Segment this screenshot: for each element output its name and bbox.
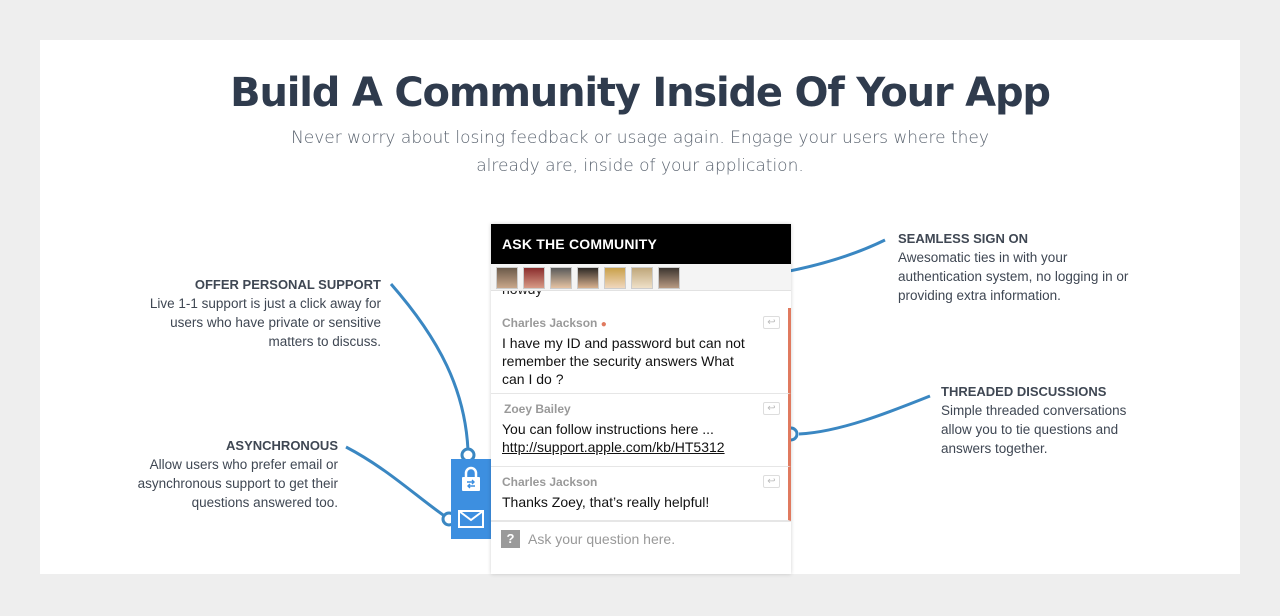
ask-community-widget: ASK THE COMMUNITY howdy Charles Jackson … [491, 224, 791, 574]
message-text: Thanks Zoey, that’s really helpful! [502, 494, 710, 510]
message-text: I have my ID and password but can not re… [502, 335, 745, 387]
private-support-button[interactable] [451, 459, 491, 499]
message-item: Zoey Bailey You can follow instructions … [491, 394, 791, 467]
community-avatars [491, 264, 791, 291]
ask-question-bar: ? [491, 521, 791, 555]
avatar[interactable] [658, 267, 680, 289]
callout-threaded: THREADED DISCUSSIONS Simple threaded con… [941, 382, 1151, 458]
reply-icon[interactable]: ↩ [763, 475, 780, 488]
callout-asynchronous: ASYNCHRONOUS Allow users who prefer emai… [110, 436, 338, 512]
avatar[interactable] [631, 267, 653, 289]
avatar[interactable] [577, 267, 599, 289]
avatar[interactable] [550, 267, 572, 289]
message-thread[interactable]: howdy Charles Jackson ● I have my ID and… [491, 291, 791, 521]
question-icon: ? [501, 529, 520, 548]
truncated-message-text: howdy [491, 291, 791, 300]
page-subtitle: Never worry about losing feedback or usa… [291, 128, 989, 176]
callout-title: ASYNCHRONOUS [226, 438, 338, 453]
author-name: Charles Jackson [502, 475, 598, 489]
avatar[interactable] [604, 267, 626, 289]
widget-title: ASK THE COMMUNITY [491, 224, 791, 264]
lock-icon [462, 466, 480, 491]
online-dot: ● [600, 319, 607, 330]
message-item: Charles Jackson ● I have my ID and passw… [491, 308, 791, 394]
callout-title: THREADED DISCUSSIONS [941, 384, 1107, 399]
reply-icon[interactable]: ↩ [763, 402, 780, 415]
message-text: You can follow instructions here ... [502, 421, 714, 437]
callout-sign-on: SEAMLESS SIGN ON Awesomatic ties in with… [898, 229, 1130, 305]
message-item: Charles Jackson Thanks Zoey, that’s real… [491, 467, 791, 521]
support-link[interactable]: http://support.apple.com/kb/HT5312 [502, 438, 748, 456]
author-name: Charles Jackson [502, 316, 598, 330]
mail-icon [458, 510, 484, 528]
page-title: Build A Community Inside Of Your App [230, 70, 1051, 116]
email-support-button[interactable] [451, 499, 491, 539]
callout-personal-support: OFFER PERSONAL SUPPORT Live 1-1 support … [140, 275, 381, 351]
callout-body: Awesomatic ties in with your authenticat… [898, 250, 1129, 303]
ask-question-input[interactable] [528, 530, 768, 547]
message-author: Charles Jackson ● [502, 316, 748, 330]
avatar[interactable] [496, 267, 518, 289]
callout-body: Simple threaded conversations allow you … [941, 403, 1127, 456]
callout-title: SEAMLESS SIGN ON [898, 231, 1029, 246]
callout-title: OFFER PERSONAL SUPPORT [194, 277, 381, 292]
avatar[interactable] [523, 267, 545, 289]
callout-body: Allow users who prefer email or asynchro… [137, 457, 338, 510]
reply-icon[interactable]: ↩ [763, 316, 780, 329]
callout-body: Live 1-1 support is just a click away fo… [149, 296, 381, 349]
author-name: Zoey Bailey [504, 402, 571, 416]
